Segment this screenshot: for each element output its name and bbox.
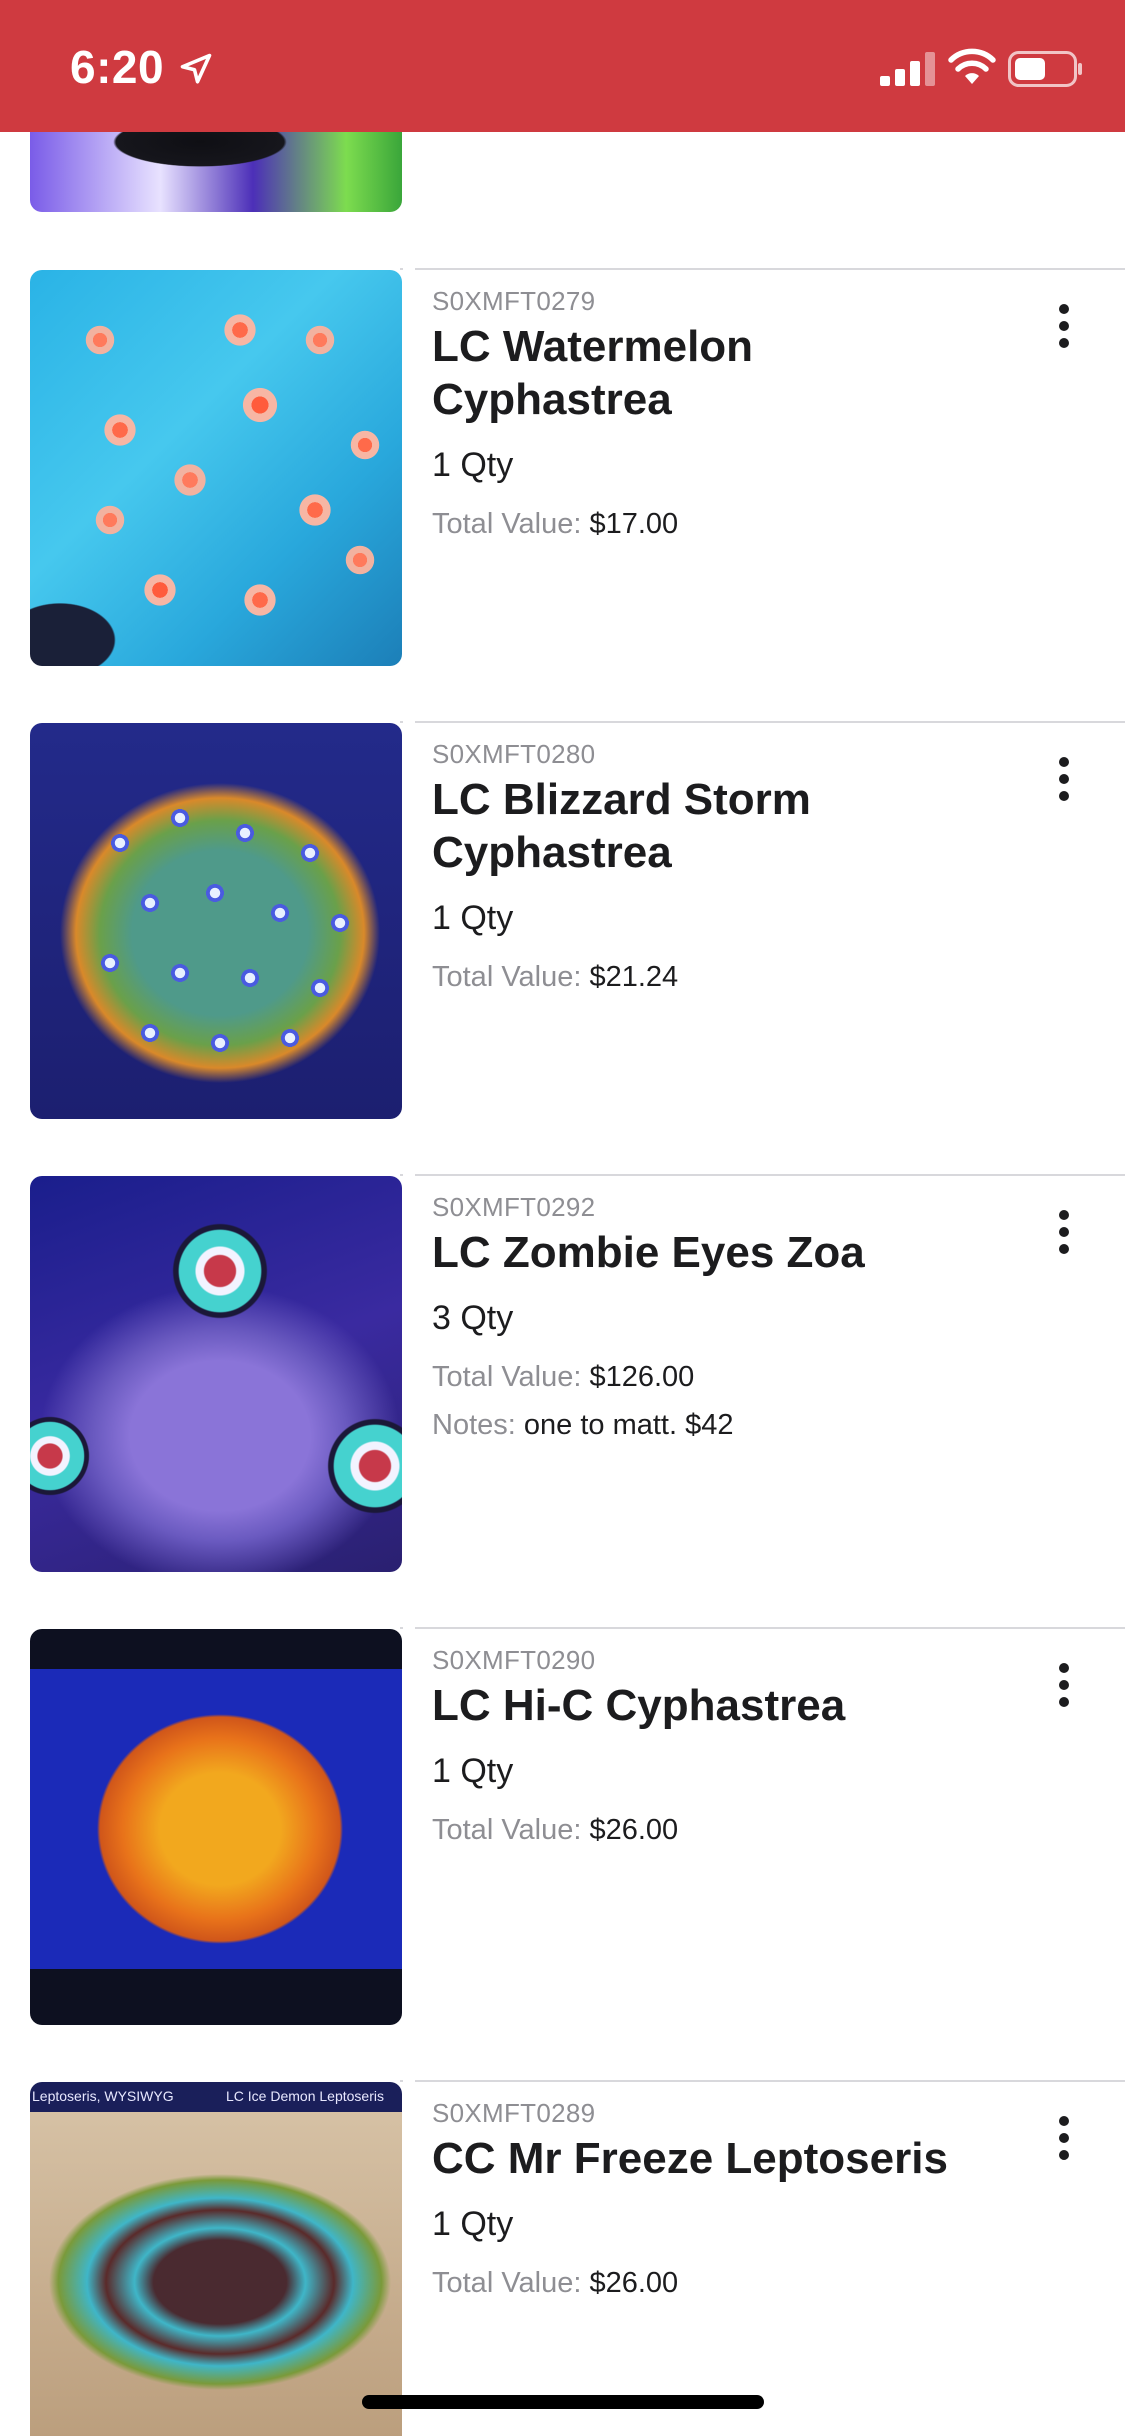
wifi-icon <box>948 48 996 84</box>
item-sku: S0XMFT0280 <box>432 739 596 769</box>
total-value-amount: $126.00 <box>589 1361 695 1393</box>
total-value-amount: $26.00 <box>589 2267 679 2299</box>
item-quantity: 1 Qty <box>432 2205 514 2243</box>
item-total-value: Total Value: $126.00 <box>432 1361 694 1394</box>
total-value-amount: $26.00 <box>589 1814 679 1846</box>
item-notes: Notes: one to matt. $42 <box>432 1409 733 1442</box>
divider <box>400 2080 403 2082</box>
item-title: CC Mr Freeze Leptoseris <box>432 2134 948 2183</box>
total-value-label: Total Value: <box>432 1814 582 1846</box>
location-arrow-icon <box>180 53 212 84</box>
thumbnail-caption: LC Ice Demon Leptoseris <box>226 2088 384 2104</box>
more-options-icon[interactable] <box>1050 757 1080 807</box>
notes-text: one to matt. $42 <box>523 1409 734 1441</box>
item-quantity: 1 Qty <box>432 1752 514 1790</box>
divider <box>415 268 1125 270</box>
item-total-value: Total Value: $17.00 <box>432 508 678 541</box>
more-options-icon[interactable] <box>1050 1210 1080 1260</box>
item-sku: S0XMFT0279 <box>432 286 596 316</box>
item-sku: S0XMFT0292 <box>432 1192 596 1222</box>
home-indicator[interactable] <box>362 2395 764 2409</box>
item-thumbnail[interactable] <box>30 270 402 666</box>
item-quantity: 1 Qty <box>432 899 514 937</box>
item-thumbnail[interactable] <box>30 1176 402 1572</box>
divider <box>415 721 1125 723</box>
divider <box>415 1174 1125 1176</box>
status-bar: 6:20 <box>0 0 1125 132</box>
item-sku: S0XMFT0290 <box>432 1645 596 1675</box>
battery-icon <box>1008 51 1082 87</box>
total-value-amount: $21.24 <box>589 961 679 993</box>
notes-label: Notes: <box>432 1409 516 1441</box>
more-options-icon[interactable] <box>1050 1663 1080 1713</box>
list-item[interactable]: S0XMFT0279 LC Watermelon Cyphastrea 1 Qt… <box>0 268 1125 721</box>
item-title: LC Watermelon Cyphastrea <box>432 322 754 424</box>
list-item[interactable]: S0XMFT0280 LC Blizzard Storm Cyphastrea … <box>0 721 1125 1174</box>
item-thumbnail[interactable] <box>30 723 402 1119</box>
item-sku: S0XMFT0289 <box>432 2098 596 2128</box>
status-time: 6:20 <box>70 41 165 93</box>
item-total-value: Total Value: $21.24 <box>432 961 678 994</box>
item-thumbnail[interactable] <box>30 1629 402 2025</box>
total-value-amount: $17.00 <box>589 508 679 540</box>
divider <box>400 268 403 270</box>
thumbnail-caption: Leptoseris, WYSIWYG <box>32 2088 174 2104</box>
divider <box>415 1627 1125 1629</box>
more-options-icon[interactable] <box>1050 304 1080 354</box>
list-item[interactable]: S0XMFT0290 LC Hi-C Cyphastrea 1 Qty Tota… <box>0 1627 1125 2080</box>
item-title: LC Blizzard Storm Cyphastrea <box>432 775 811 877</box>
item-quantity: 1 Qty <box>432 446 514 484</box>
item-title: LC Zombie Eyes Zoa <box>432 1228 865 1277</box>
item-quantity: 3 Qty <box>432 1299 514 1337</box>
item-total-value: Total Value: $26.00 <box>432 2267 678 2300</box>
item-total-value: Total Value: $26.00 <box>432 1814 678 1847</box>
list-item[interactable]: Leptoseris, WYSIWYG LC Ice Demon Leptose… <box>0 2080 1125 2436</box>
list-item[interactable]: S0XMFT0292 LC Zombie Eyes Zoa 3 Qty Tota… <box>0 1174 1125 1627</box>
total-value-label: Total Value: <box>432 961 582 993</box>
item-list[interactable]: S0XMFT0279 LC Watermelon Cyphastrea 1 Qt… <box>0 132 1125 2436</box>
item-thumbnail[interactable] <box>30 132 402 212</box>
total-value-label: Total Value: <box>432 2267 582 2299</box>
total-value-label: Total Value: <box>432 1361 582 1393</box>
signal-icon <box>880 52 935 86</box>
item-thumbnail[interactable]: Leptoseris, WYSIWYG LC Ice Demon Leptose… <box>30 2082 402 2436</box>
total-value-label: Total Value: <box>432 508 582 540</box>
divider <box>415 2080 1125 2082</box>
item-title: LC Hi-C Cyphastrea <box>432 1681 846 1730</box>
divider <box>400 1174 403 1176</box>
divider <box>400 721 403 723</box>
more-options-icon[interactable] <box>1050 2116 1080 2166</box>
divider <box>400 1627 403 1629</box>
